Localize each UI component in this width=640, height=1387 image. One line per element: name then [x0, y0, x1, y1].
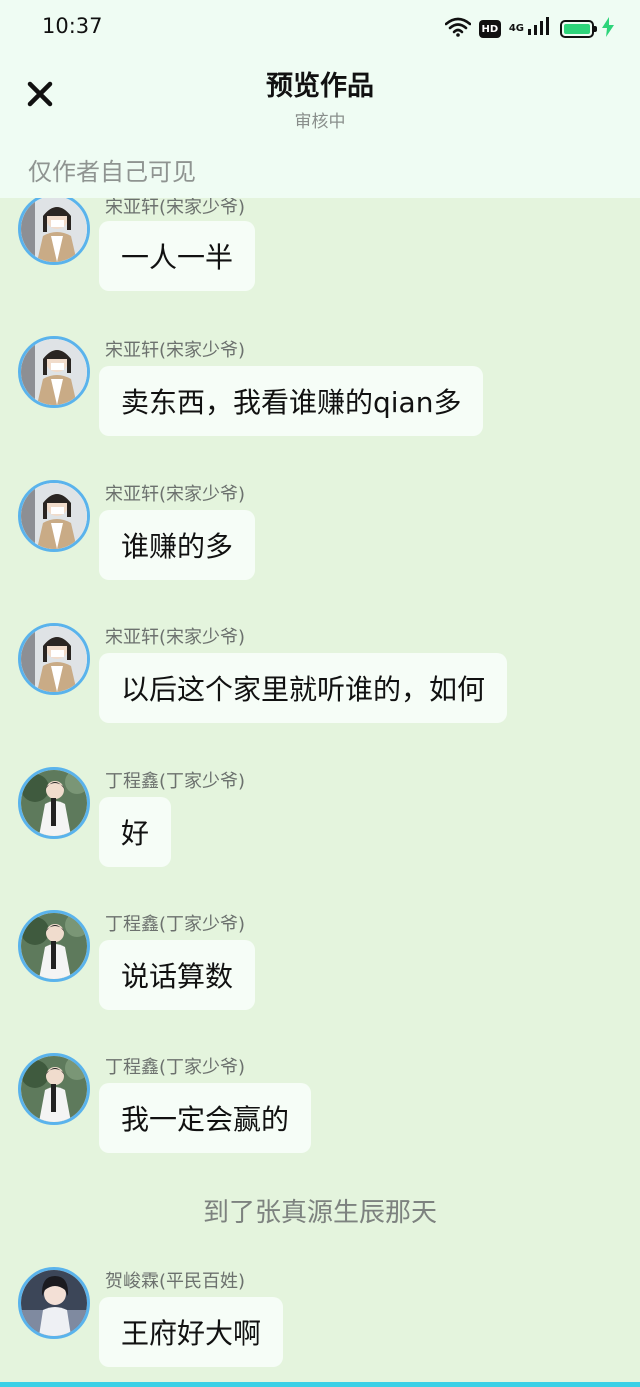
chat-area[interactable]: 宋亚轩(宋家少爷) 一人一半 宋亚轩(宋家少爷) 卖东西，我看谁赚的qian多 — [0, 0, 640, 1387]
avatar[interactable] — [18, 1267, 90, 1339]
sender-name: 丁程鑫(丁家少爷) — [105, 771, 246, 792]
charging-bolt-icon — [602, 17, 614, 41]
avatar[interactable] — [18, 623, 90, 695]
sender-name: 丁程鑫(丁家少爷) — [105, 1057, 246, 1078]
sender-name: 宋亚轩(宋家少爷) — [105, 484, 246, 505]
message-bubble[interactable]: 王府好大啊 — [99, 1297, 284, 1367]
avatar[interactable] — [18, 336, 90, 408]
sender-name: 贺峻霖(平民百姓) — [105, 1271, 246, 1292]
message-bubble[interactable]: 卖东西，我看谁赚的qian多 — [99, 366, 484, 436]
review-status: 审核中 — [294, 112, 346, 132]
narration-text: 到了张真源生辰那天 — [202, 1198, 437, 1228]
bottom-accent-bar — [0, 1382, 640, 1387]
avatar[interactable] — [18, 480, 90, 552]
page-title: 预览作品 — [266, 71, 374, 102]
avatar[interactable] — [18, 910, 90, 982]
cellular-signal-icon — [528, 17, 552, 41]
top-header: 10:37 HD 4G 预览作品 审核中 仅作者自己可见 — [0, 0, 640, 198]
message-bubble[interactable]: 以后这个家里就听谁的，如何 — [99, 653, 508, 723]
sender-name: 丁程鑫(丁家少爷) — [105, 914, 246, 935]
sender-name: 宋亚轩(宋家少爷) — [105, 340, 246, 361]
hd-icon: HD — [478, 20, 501, 38]
message-bubble[interactable]: 谁赚的多 — [99, 510, 256, 580]
visibility-note: 仅作者自己可见 — [28, 158, 196, 186]
avatar[interactable] — [18, 1053, 90, 1125]
status-time: 10:37 — [42, 14, 103, 38]
message-bubble[interactable]: 好 — [99, 797, 172, 867]
battery-level — [564, 24, 590, 34]
wifi-icon — [444, 17, 472, 41]
sender-name: 宋亚轩(宋家少爷) — [105, 627, 246, 648]
message-bubble[interactable]: 说话算数 — [99, 940, 256, 1010]
message-bubble[interactable]: 一人一半 — [99, 221, 256, 291]
battery-icon — [560, 20, 597, 38]
message-bubble[interactable]: 我一定会赢的 — [99, 1083, 312, 1153]
avatar[interactable] — [18, 767, 90, 839]
avatar[interactable] — [18, 193, 90, 265]
status-bar: 10:37 HD 4G — [0, 0, 640, 56]
network-type-label: 4G — [508, 23, 524, 34]
status-icons: HD 4G — [444, 16, 614, 42]
